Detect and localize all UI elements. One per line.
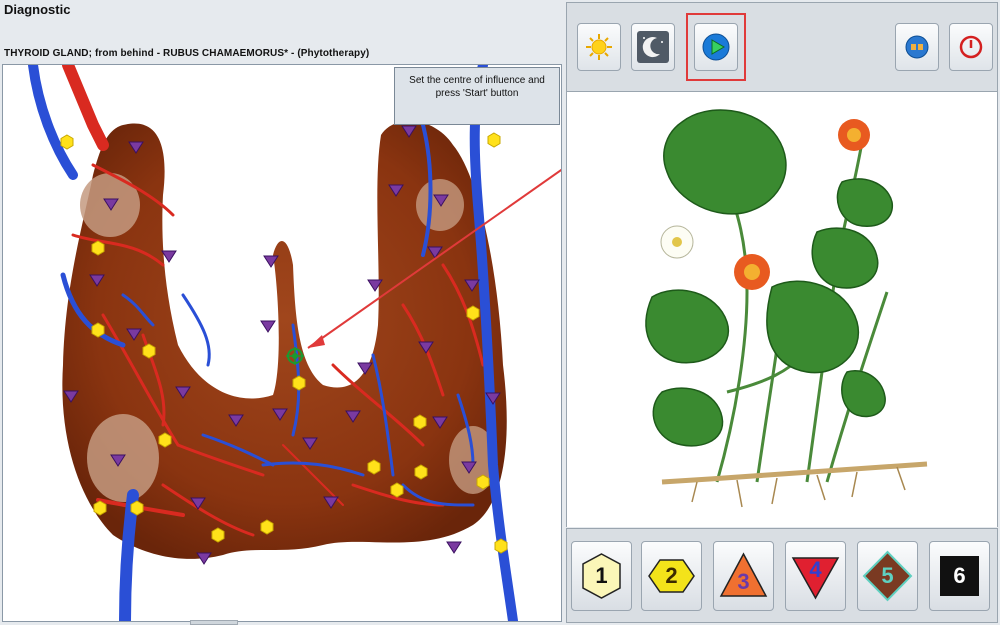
hexagon-marker[interactable] bbox=[466, 305, 480, 321]
level-3-label: 3 bbox=[737, 569, 750, 594]
power-icon bbox=[959, 35, 983, 59]
triangle-marker[interactable] bbox=[161, 250, 177, 263]
hexagon-marker[interactable] bbox=[93, 500, 107, 516]
hexagon-marker[interactable] bbox=[60, 134, 74, 150]
sun-button[interactable] bbox=[577, 23, 621, 71]
start-highlight bbox=[686, 13, 746, 81]
hexagon-marker[interactable] bbox=[260, 519, 274, 535]
hexagon-marker[interactable] bbox=[494, 538, 508, 554]
hexagon-marker[interactable] bbox=[292, 375, 306, 391]
hexagon-marker[interactable] bbox=[390, 482, 404, 498]
hexagon-marker[interactable] bbox=[211, 527, 225, 543]
level-toolbar: 1 2 3 4 5 6 bbox=[566, 528, 998, 623]
diagnostic-subtitle: THYROID GLAND; from behind - RUBUS CHAMA… bbox=[4, 48, 370, 59]
level-6-label: 6 bbox=[953, 563, 966, 588]
sound-button[interactable] bbox=[895, 23, 939, 71]
organ-view[interactable]: Set the centre of influence and press 'S… bbox=[2, 64, 562, 622]
top-toolbar bbox=[566, 2, 998, 92]
hexagon-marker[interactable] bbox=[414, 464, 428, 480]
moon-icon bbox=[637, 31, 669, 63]
level-5-button[interactable]: 5 bbox=[857, 541, 918, 611]
level-1-button[interactable]: 1 bbox=[571, 541, 632, 611]
level-2-label: 2 bbox=[665, 563, 678, 588]
sun-icon bbox=[586, 34, 612, 60]
hexagon-marker[interactable] bbox=[91, 322, 105, 338]
level-6-button[interactable]: 6 bbox=[929, 541, 990, 611]
hexagon-marker[interactable] bbox=[130, 500, 144, 516]
triangle-marker[interactable] bbox=[446, 541, 462, 554]
window-title: Diagnostic bbox=[4, 2, 71, 17]
plant-illustration bbox=[645, 109, 928, 508]
hexagon-marker[interactable] bbox=[413, 414, 427, 430]
hexagon-marker[interactable] bbox=[367, 459, 381, 475]
level-4-label: 4 bbox=[809, 557, 822, 582]
triangle-marker[interactable] bbox=[260, 320, 276, 333]
hexagon-marker[interactable] bbox=[91, 240, 105, 256]
horizontal-scrollbar[interactable] bbox=[190, 620, 238, 625]
hexagon-marker[interactable] bbox=[487, 132, 501, 148]
plant-view bbox=[566, 92, 998, 527]
moon-button[interactable] bbox=[631, 23, 675, 71]
arrow-head bbox=[308, 335, 325, 348]
hexagon-marker[interactable] bbox=[158, 432, 172, 448]
level-3-button[interactable]: 3 bbox=[713, 541, 774, 611]
level-2-button[interactable]: 2 bbox=[641, 541, 702, 611]
speaker-icon bbox=[905, 35, 929, 59]
level-4-button[interactable]: 4 bbox=[785, 541, 846, 611]
hexagon-marker[interactable] bbox=[142, 343, 156, 359]
hexagon-marker[interactable] bbox=[476, 474, 490, 490]
power-button[interactable] bbox=[949, 23, 993, 71]
thyroid-illustration[interactable] bbox=[3, 65, 561, 621]
instruction-tooltip: Set the centre of influence and press 'S… bbox=[394, 67, 560, 125]
level-5-label: 5 bbox=[881, 563, 894, 588]
level-1-label: 1 bbox=[595, 563, 608, 588]
